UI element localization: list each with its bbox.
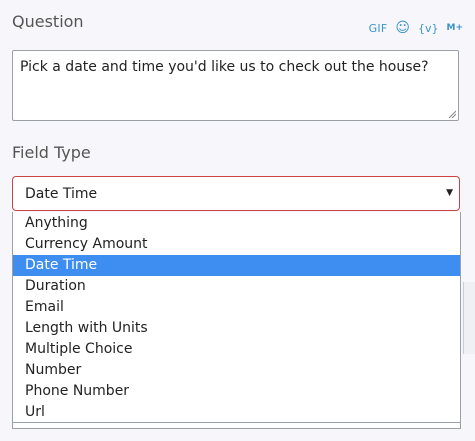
field-type-option[interactable]: Anything (13, 213, 460, 234)
field-type-option[interactable]: Url (13, 402, 460, 423)
question-textarea[interactable]: Pick a date and time you'd like us to ch… (12, 50, 459, 121)
field-type-options-list[interactable]: Anything Currency Amount Date Time Duration… (12, 212, 461, 423)
smiley-icon[interactable]: ☺ (395, 21, 410, 35)
field-type-selected-value: Date Time (25, 186, 98, 202)
field-type-option[interactable]: Date Time (13, 255, 460, 276)
question-label: Question (12, 12, 84, 31)
field-type-option[interactable]: Email (13, 297, 460, 318)
field-type-option[interactable]: Currency Amount (13, 234, 460, 255)
textarea-bottom-edge (12, 423, 461, 429)
field-type-option[interactable]: Multiple Choice (13, 339, 460, 360)
field-type-option[interactable]: Duration (13, 276, 460, 297)
question-toolbar: GIF ☺ {v} M+ (369, 21, 463, 35)
field-type-label: Field Type (12, 143, 91, 162)
resize-handle-icon[interactable] (447, 109, 456, 118)
field-type-select[interactable]: Date Time ▼ (12, 176, 460, 211)
field-type-option[interactable]: Number (13, 360, 460, 381)
question-text: Pick a date and time you'd like us to ch… (20, 59, 429, 75)
variable-button[interactable]: {v} (418, 22, 439, 35)
gif-button[interactable]: GIF (369, 22, 388, 35)
field-type-option[interactable]: Length with Units (13, 318, 460, 339)
markdown-button[interactable]: M+ (447, 23, 464, 33)
side-panel-tab[interactable] (463, 282, 475, 354)
field-type-option[interactable]: Phone Number (13, 381, 460, 402)
chevron-down-icon: ▼ (446, 188, 453, 198)
